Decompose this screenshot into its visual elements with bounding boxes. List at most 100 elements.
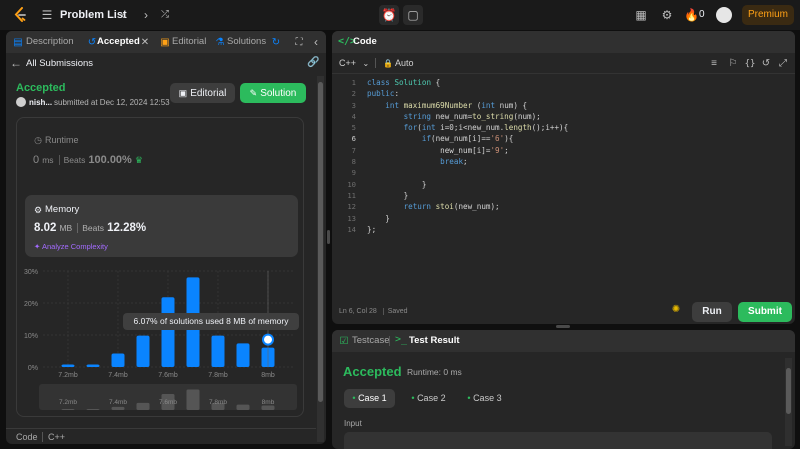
flask-icon: ⚗ — [215, 37, 225, 48]
panel-resize-handle[interactable] — [327, 230, 330, 244]
link-icon[interactable]: 🔗 — [307, 56, 319, 70]
line-number: 4 — [351, 111, 356, 121]
line-number: 10 — [347, 179, 356, 189]
chart-overview-tick-label: 7.2mb — [59, 399, 77, 406]
prev-problem-icon[interactable]: ‹ — [117, 8, 129, 22]
expand-icon[interactable]: ⤢ — [777, 57, 789, 71]
code-line[interactable]: string new_num=to_string(num); — [367, 111, 787, 122]
next-problem-icon[interactable]: › — [140, 8, 152, 22]
language-select[interactable]: C++ ⌄ — [339, 58, 369, 68]
horizontal-resize-handle[interactable] — [556, 325, 570, 328]
close-icon[interactable]: ✕ — [140, 36, 150, 50]
chart-overview-tick-label: 7.8mb — [209, 399, 227, 406]
memory-beats-value: 12.28% — [107, 222, 147, 234]
leetcode-logo-icon[interactable] — [13, 7, 27, 23]
solution-button-label: Solution — [260, 88, 297, 99]
tab-description[interactable]: Description — [26, 31, 74, 53]
divider — [332, 73, 795, 74]
line-number: 14 — [347, 224, 356, 234]
line-number: 8 — [351, 157, 356, 167]
line-number: 9 — [351, 168, 356, 178]
memory-box[interactable]: ⚙ Memory 8.02 MB Beats 12.28% ✦ Analyze … — [25, 195, 298, 257]
code-editor[interactable]: class Solution {public: int maximum69Num… — [367, 77, 787, 235]
editorial-button[interactable]: ▣ Editorial — [170, 83, 235, 103]
timer-button[interactable]: ⏰ — [379, 5, 399, 25]
notes-button[interactable]: ▢ — [403, 5, 423, 25]
layout-grid-icon[interactable]: ▦ — [634, 8, 648, 22]
description-icon: ▤ — [13, 37, 23, 48]
code-line[interactable]: if(new_num[i]=='6'){ — [367, 133, 787, 144]
debug-icon[interactable]: ✺ — [669, 303, 683, 317]
gear-icon[interactable]: ⚙ — [660, 8, 674, 22]
result-runtime: Runtime: 0 ms — [407, 367, 462, 377]
code-line[interactable]: }; — [367, 224, 787, 235]
tab-code[interactable]: Code — [353, 31, 377, 53]
memory-unit: MB — [59, 223, 73, 233]
reset-icon[interactable]: ↺ — [760, 57, 772, 71]
tab-editorial[interactable]: Editorial — [172, 31, 206, 53]
case-1-tab[interactable]: • Case 1 — [344, 389, 395, 408]
chart-bar — [136, 335, 150, 367]
line-number: 1 — [351, 78, 356, 87]
memory-value: 8.02 — [34, 222, 57, 234]
code-line[interactable]: return stoi(new_num); — [367, 201, 787, 212]
tab-test-result[interactable]: Test Result — [409, 330, 460, 352]
code-line[interactable] — [367, 167, 787, 178]
username[interactable]: nish... — [29, 98, 52, 107]
code-language: C++ — [48, 432, 66, 442]
avatar[interactable] — [716, 7, 732, 23]
fire-icon: 🔥 — [684, 8, 699, 22]
code-line[interactable]: new_num[i]='9'; — [367, 145, 787, 156]
result-scrollbar-thumb[interactable] — [786, 368, 791, 414]
scrollbar-thumb[interactable] — [318, 82, 323, 402]
code-line[interactable]: public: — [367, 88, 787, 99]
bookmark-icon[interactable]: ⚐ — [727, 57, 739, 71]
auto-complete-toggle[interactable]: 🔒 Auto — [383, 58, 414, 68]
submit-button[interactable]: Submit — [738, 302, 792, 322]
case-2-label: Case 2 — [417, 393, 446, 403]
collapse-icon[interactable]: ‹ — [311, 35, 321, 49]
all-submissions-link[interactable]: All Submissions — [26, 58, 93, 69]
runtime-beats-value: 100.00% — [88, 154, 132, 166]
runtime-beats-label: Beats — [58, 155, 86, 165]
problem-list-icon[interactable]: ☰ — [40, 8, 54, 22]
code-line[interactable]: int maximum69Number (int num) { — [367, 100, 787, 111]
premium-button[interactable]: Premium — [742, 5, 794, 25]
result-scrollbar-track[interactable] — [785, 358, 792, 446]
case-3-tab[interactable]: • Case 3 — [459, 389, 510, 408]
braces-icon[interactable]: {} — [743, 57, 757, 71]
code-line[interactable]: class Solution { — [367, 77, 787, 88]
memory-distribution-chart[interactable]: 30% 20% 10% 0% 7.2mb 7.4mb 7.6mb 7.8mb 8mb 7.2mb 7… — [23, 265, 303, 415]
tab-solutions[interactable]: Solutions — [227, 31, 266, 53]
case-2-tab[interactable]: • Case 2 — [403, 389, 454, 408]
pass-dot-icon: • — [352, 393, 356, 403]
code-line[interactable]: } — [367, 213, 787, 224]
runtime-stats[interactable]: 0 ms Beats 100.00% ♛ — [33, 154, 143, 166]
checkbox-icon: ☑ — [339, 336, 349, 347]
chart-tooltip: 6.07% of solutions used 8 MB of memory — [123, 313, 299, 330]
chart-x-tick-label: 7.8mb — [208, 372, 228, 379]
maximize-icon[interactable]: ⛶ — [293, 36, 305, 50]
chart-overview-tick-label: 8mb — [262, 399, 275, 406]
analyze-complexity-label: Analyze Complexity — [41, 242, 108, 251]
left-tab-bar: ▤ Description ↺ Accepted ✕ ▣ Editorial ⚗… — [6, 31, 326, 53]
line-number: 2 — [351, 89, 356, 99]
analyze-complexity-link[interactable]: ✦ Analyze Complexity — [34, 242, 108, 251]
scrollbar-track[interactable] — [317, 76, 324, 442]
back-arrow-icon[interactable]: ← — [10, 56, 22, 70]
run-button[interactable]: Run — [692, 302, 732, 322]
tab-accepted[interactable]: Accepted — [97, 31, 140, 53]
edit-icon: ✎ — [249, 88, 258, 98]
shuffle-icon[interactable]: ⤮ — [158, 8, 172, 22]
solution-button[interactable]: ✎ Solution — [240, 83, 306, 103]
code-line[interactable]: } — [367, 190, 787, 201]
chart-y-tick-label: 0% — [28, 365, 38, 372]
code-line[interactable]: } — [367, 179, 787, 190]
result-tab-bar: ☑ Testcase >_ Test Result — [332, 330, 795, 352]
format-icon[interactable]: ≡ — [708, 57, 720, 71]
tab-testcase[interactable]: Testcase — [352, 330, 390, 352]
submissions-icon[interactable]: ↻ — [270, 36, 282, 50]
code-line[interactable]: for(int i=0;i<new_num.length();i++){ — [367, 122, 787, 133]
code-line[interactable]: break; — [367, 156, 787, 167]
runtime-label: Runtime — [45, 135, 79, 145]
